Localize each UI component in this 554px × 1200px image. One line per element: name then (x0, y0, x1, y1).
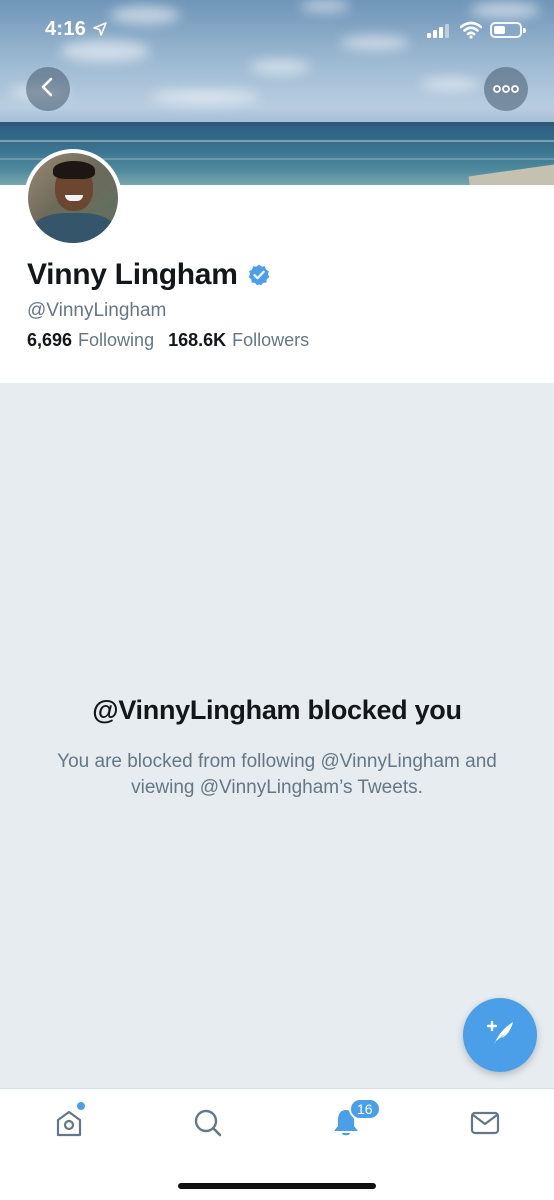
chevron-left-icon (40, 77, 56, 102)
profile-stats: 6,696 Following 168.6K Followers (27, 330, 309, 351)
verified-badge-icon (247, 263, 271, 287)
following-label: Following (78, 330, 155, 350)
notification-badge: 16 (349, 1098, 381, 1120)
more-options-button[interactable] (484, 67, 528, 111)
followers-label: Followers (232, 330, 310, 350)
display-name-text: Vinny Lingham (27, 258, 238, 291)
compose-tweet-icon (483, 1017, 517, 1054)
following-link[interactable]: 6,696 Following (27, 330, 154, 351)
following-count: 6,696 (27, 330, 73, 350)
compose-tweet-button[interactable] (463, 998, 537, 1072)
search-icon (192, 1107, 224, 1144)
wifi-icon (459, 21, 483, 44)
signal-icon (427, 24, 453, 38)
blocked-description: You are blocked from following @VinnyLin… (57, 751, 497, 798)
avatar-photo (28, 153, 118, 243)
blocked-title: @VinnyLingham blocked you (92, 695, 462, 725)
profile-display-name: Vinny Lingham (27, 258, 271, 292)
followers-count: 168.6K (168, 330, 227, 350)
ellipsis-icon (493, 80, 519, 98)
home-new-content-dot (77, 1102, 85, 1110)
back-button[interactable] (26, 67, 70, 111)
status-time: 4:16 (45, 18, 87, 40)
followers-link[interactable]: 168.6K Followers (168, 330, 309, 351)
tab-messages[interactable] (465, 1105, 505, 1145)
blocked-message-panel: @VinnyLingham blocked you You are blocke… (0, 383, 554, 1088)
battery-icon (490, 22, 526, 38)
tab-search[interactable] (188, 1105, 228, 1145)
avatar[interactable] (24, 149, 122, 247)
location-arrow-icon (93, 22, 107, 41)
tab-home[interactable] (49, 1105, 89, 1145)
home-icon (53, 1107, 85, 1144)
profile-handle: @VinnyLingham (27, 300, 167, 321)
mail-icon (469, 1107, 501, 1144)
home-indicator[interactable] (178, 1183, 376, 1189)
